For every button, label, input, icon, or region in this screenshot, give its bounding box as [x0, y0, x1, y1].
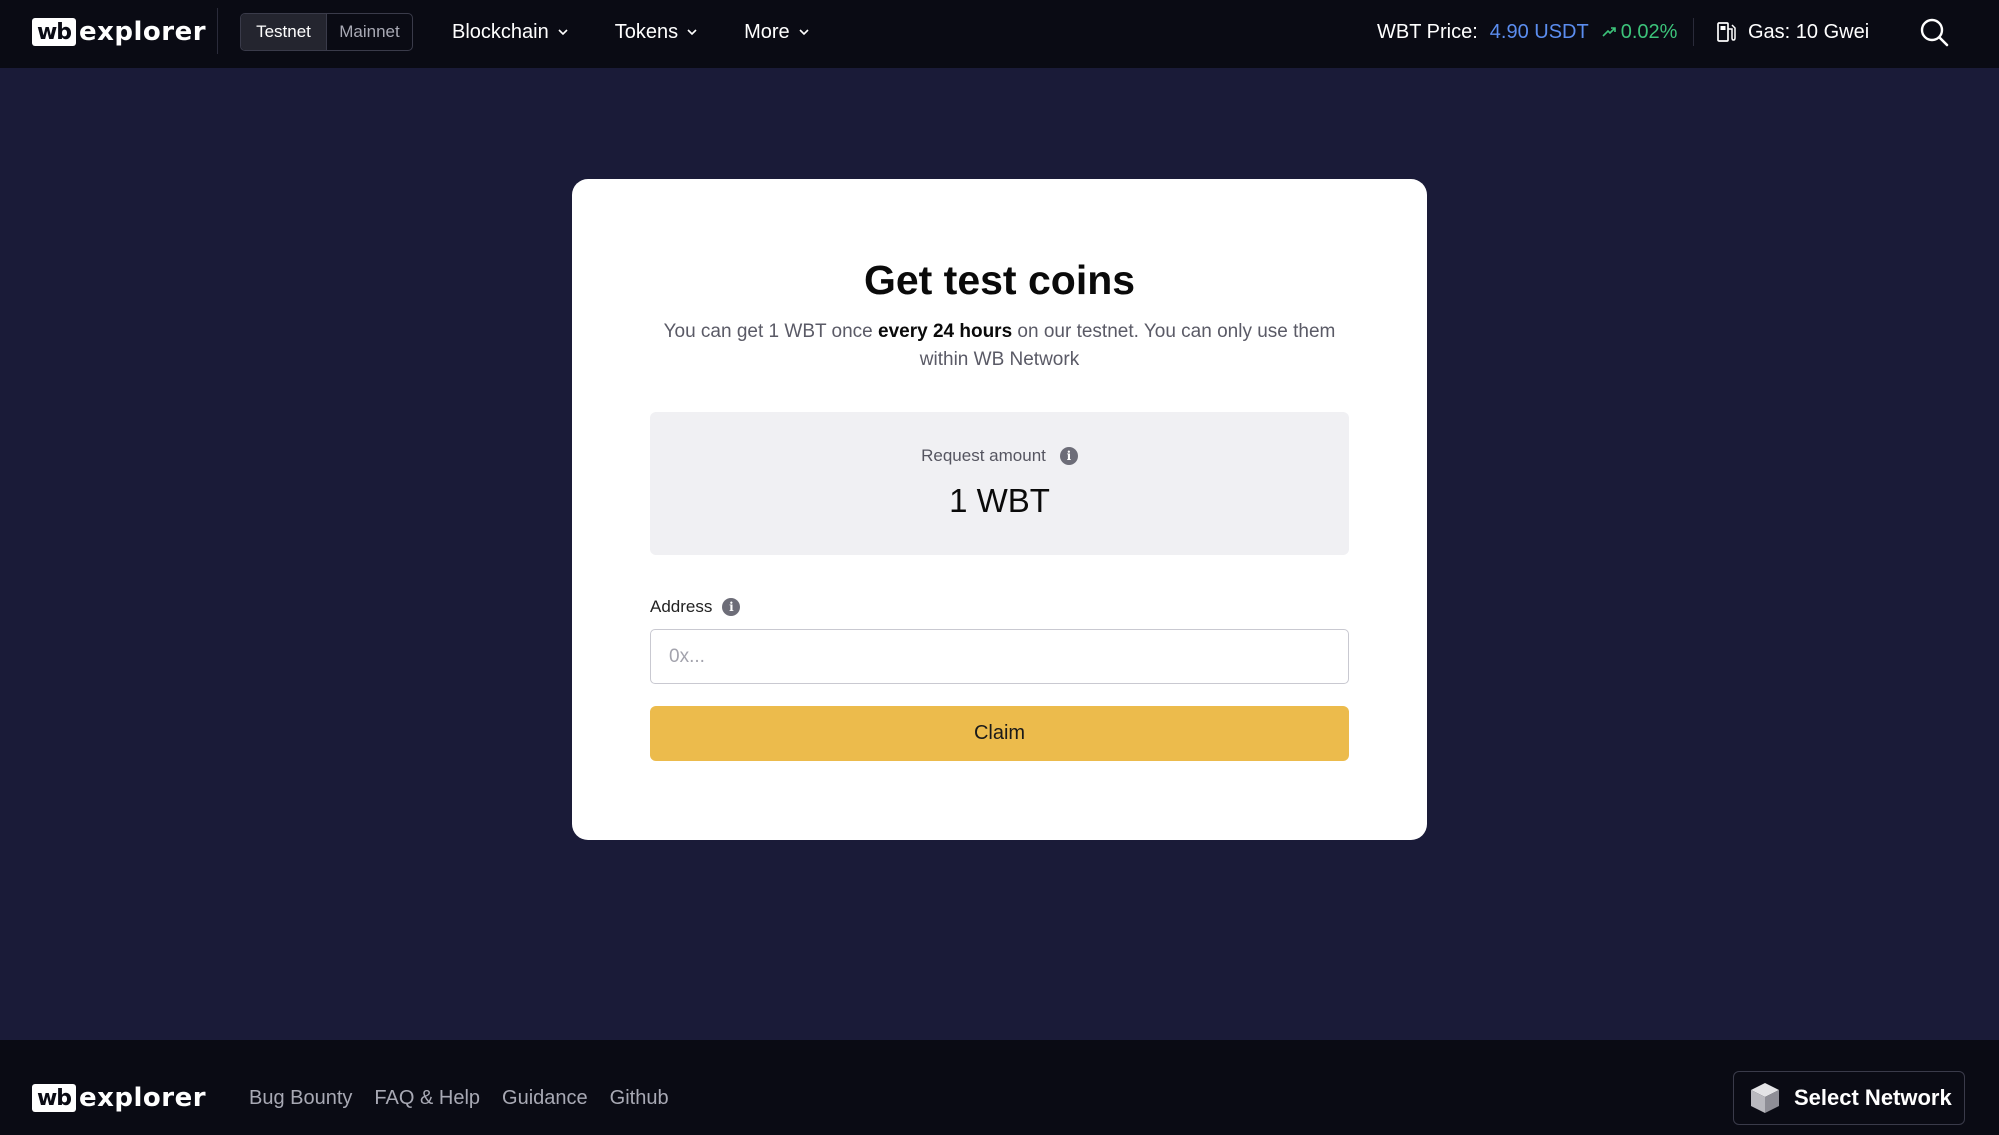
- gas-indicator: Gas: 10 Gwei: [1716, 0, 1869, 64]
- request-amount-label: Request amount: [921, 446, 1046, 465]
- nav-tokens-label: Tokens: [614, 20, 679, 43]
- chevron-down-icon: [687, 29, 697, 36]
- price-change: 0.02%: [1601, 20, 1678, 44]
- gas-value: Gas: 10 Gwei: [1748, 20, 1870, 43]
- info-icon[interactable]: i: [1059, 447, 1078, 465]
- header-divider: [217, 8, 218, 54]
- nav-blockchain-label: Blockchain: [452, 20, 549, 43]
- faucet-description: You can get 1 WBT once every 24 hours on…: [662, 318, 1337, 374]
- footer: wb explorer Bug Bounty FAQ & Help Guidan…: [0, 1040, 1999, 1135]
- chevron-down-icon: [799, 29, 809, 36]
- network-option-mainnet[interactable]: Mainnet: [327, 14, 412, 50]
- price-change-value: 0.02%: [1620, 20, 1678, 43]
- info-icon[interactable]: i: [722, 598, 741, 616]
- address-input[interactable]: [650, 629, 1349, 684]
- desc-emphasis: every 24 hours: [878, 321, 1013, 342]
- search-button[interactable]: [1916, 14, 1952, 50]
- search-icon: [1920, 18, 1949, 47]
- claim-button[interactable]: Claim: [650, 706, 1349, 761]
- logo-mark: wb: [32, 1084, 76, 1112]
- address-label-row: Address i: [650, 597, 741, 617]
- logo-mark: wb: [32, 18, 76, 46]
- top-navbar: wb explorer Testnet Mainnet Blockchain T…: [0, 0, 1999, 68]
- price-label: WBT Price:: [1377, 20, 1478, 43]
- request-amount-box: Request amount i 1 WBT: [650, 412, 1349, 555]
- footer-link-github[interactable]: Github: [610, 1087, 669, 1110]
- footer-logo[interactable]: wb explorer: [32, 1082, 206, 1114]
- logo-text: explorer: [79, 17, 207, 47]
- select-network-button[interactable]: Select Network: [1733, 1071, 1965, 1125]
- request-amount-label-row: Request amount i: [650, 446, 1349, 466]
- network-switch: Testnet Mainnet: [240, 13, 413, 51]
- footer-links: Bug Bounty FAQ & Help Guidance Github: [249, 1082, 691, 1114]
- network-option-testnet[interactable]: Testnet: [241, 14, 327, 50]
- footer-link-faq[interactable]: FAQ & Help: [374, 1087, 480, 1110]
- faucet-card: Get test coins You can get 1 WBT once ev…: [572, 179, 1427, 840]
- logo-text: explorer: [79, 1083, 207, 1113]
- footer-link-bug-bounty[interactable]: Bug Bounty: [249, 1087, 352, 1110]
- price-value: 4.90 USDT: [1489, 20, 1589, 43]
- chevron-down-icon: [558, 29, 568, 36]
- trend-up-icon: [1602, 27, 1616, 37]
- nav-blockchain[interactable]: Blockchain: [452, 21, 569, 44]
- logo[interactable]: wb explorer: [32, 16, 206, 48]
- header-divider: [1693, 18, 1694, 46]
- page-title: Get test coins: [863, 257, 1136, 303]
- address-label: Address: [650, 597, 713, 616]
- footer-link-guidance[interactable]: Guidance: [502, 1087, 588, 1110]
- select-network-label: Select Network: [1794, 1085, 1952, 1110]
- gas-pump-icon: [1717, 22, 1736, 42]
- request-amount-value: 1 WBT: [949, 482, 1050, 519]
- desc-text-1: You can get 1 WBT once: [663, 321, 879, 342]
- nav-more[interactable]: More: [744, 21, 810, 44]
- cube-icon: [1751, 1083, 1779, 1113]
- nav-tokens[interactable]: Tokens: [615, 21, 698, 44]
- main-nav: Blockchain Tokens More: [452, 0, 856, 64]
- nav-more-label: More: [744, 20, 790, 43]
- wbt-price: WBT Price: 4.90 USDT 0.02%: [1377, 0, 1677, 64]
